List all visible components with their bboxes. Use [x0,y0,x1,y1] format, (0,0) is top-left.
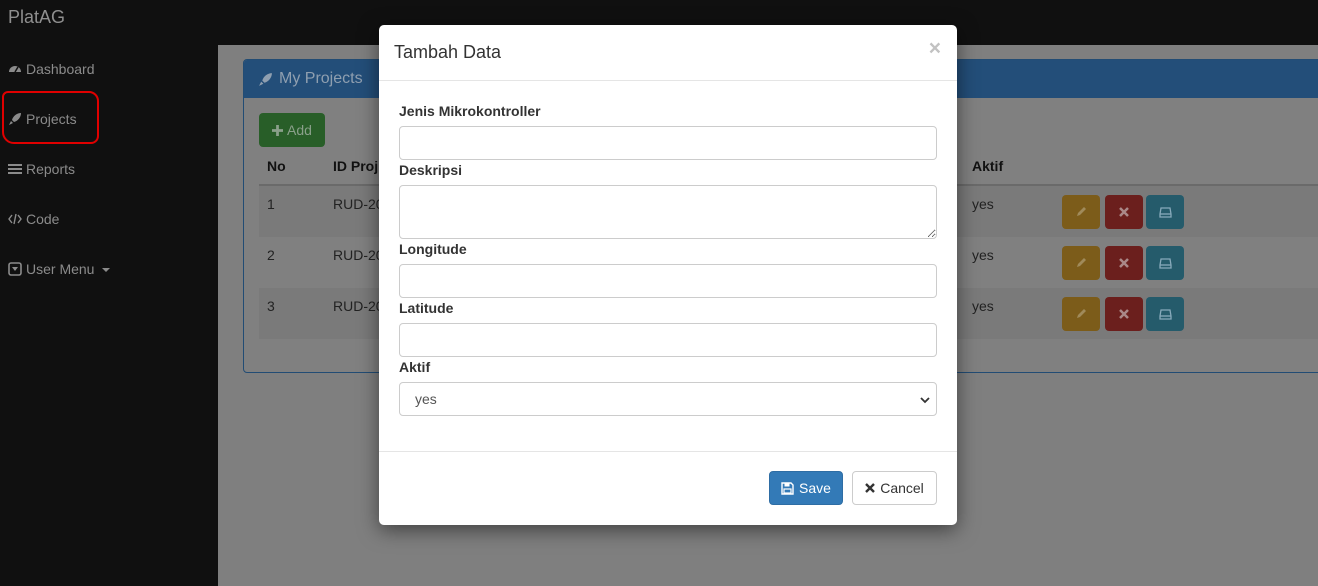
close-icon [1119,207,1129,217]
add-data-modal: Tambah Data × Jenis Mikrokontroller Desk… [379,25,957,525]
label-jenis-mikrokontroller: Jenis Mikrokontroller [399,103,541,119]
save-button[interactable]: Save [769,471,843,505]
brand-logo[interactable]: PlatAG [8,7,65,28]
modal-footer-divider [379,451,957,452]
save-button-label: Save [799,480,831,496]
modal-title: Tambah Data [394,42,502,62]
sidebar-item-label: Code [26,211,60,227]
delete-button[interactable] [1105,246,1143,280]
plus-icon [272,124,284,136]
aktif-select-value: yes [415,391,437,407]
close-icon [1119,258,1129,268]
delete-button[interactable] [1105,195,1143,229]
chevron-down-icon [920,397,930,404]
sidebar-item-label: Reports [26,161,76,177]
printer-icon [1158,258,1172,269]
edit-button[interactable] [1062,195,1100,229]
edit-button[interactable] [1062,297,1100,331]
cancel-button[interactable]: Cancel [852,471,937,505]
cell-aktif: yes [972,196,994,212]
printer-icon [1158,309,1172,320]
cell-aktif: yes [972,298,994,314]
rocket-icon [259,72,272,86]
cell-no: 1 [267,196,275,212]
print-button[interactable] [1146,195,1184,229]
cell-no: 3 [267,298,275,314]
pencil-icon [1077,309,1086,318]
label-latitude: Latitude [399,300,454,316]
aktif-select[interactable]: yes [399,382,937,416]
jenis-mikrokontroller-input[interactable] [399,126,937,160]
caret-down-icon [102,268,111,272]
floppy-disk-icon [781,481,794,495]
list-icon [8,164,22,174]
close-icon [1119,309,1129,319]
add-project-button[interactable]: Add [259,113,325,147]
cell-no: 2 [267,247,275,263]
print-button[interactable] [1146,297,1184,331]
label-deskripsi: Deskripsi [399,162,463,178]
label-longitude: Longitude [399,241,467,257]
close-button[interactable]: × [929,38,941,59]
pencil-icon [1077,207,1086,216]
sidebar-item-code[interactable]: Code [8,207,59,231]
delete-button[interactable] [1105,297,1143,331]
printer-icon [1158,207,1172,218]
sidebar-item-label: User Menu [26,261,95,277]
pencil-icon [1077,258,1086,267]
sidebar-item-reports[interactable]: Reports [8,157,75,181]
cell-id: RUD-20 [333,196,384,212]
modal-header-divider [379,80,957,81]
cancel-button-label: Cancel [880,480,924,496]
red-annotation-outline [2,91,99,144]
dashboard-icon [9,66,21,73]
close-icon [865,483,876,493]
sidebar-item-dashboard[interactable]: Dashboard [8,57,95,81]
user-menu-icon [8,262,22,276]
deskripsi-textarea[interactable] [399,185,937,239]
latitude-input[interactable] [399,323,937,357]
column-header-aktif: Aktif [972,158,1004,174]
cell-id: RUD-20 [333,298,384,314]
label-aktif: Aktif [399,359,431,375]
longitude-input[interactable] [399,264,937,298]
column-header-no: No [267,158,286,174]
code-icon [8,213,22,225]
sidebar-item-user-menu[interactable]: User Menu [8,257,111,281]
print-button[interactable] [1146,246,1184,280]
column-header-id-project: ID Proj [333,158,379,174]
edit-button[interactable] [1062,246,1100,280]
sidebar: PlatAG Dashboard Projects Reports Code U… [0,0,218,586]
cell-id: RUD-20 [333,247,384,263]
sidebar-item-label: Dashboard [26,61,95,77]
panel-title: My Projects [279,70,363,87]
cell-aktif: yes [972,247,994,263]
add-button-label: Add [287,122,312,138]
